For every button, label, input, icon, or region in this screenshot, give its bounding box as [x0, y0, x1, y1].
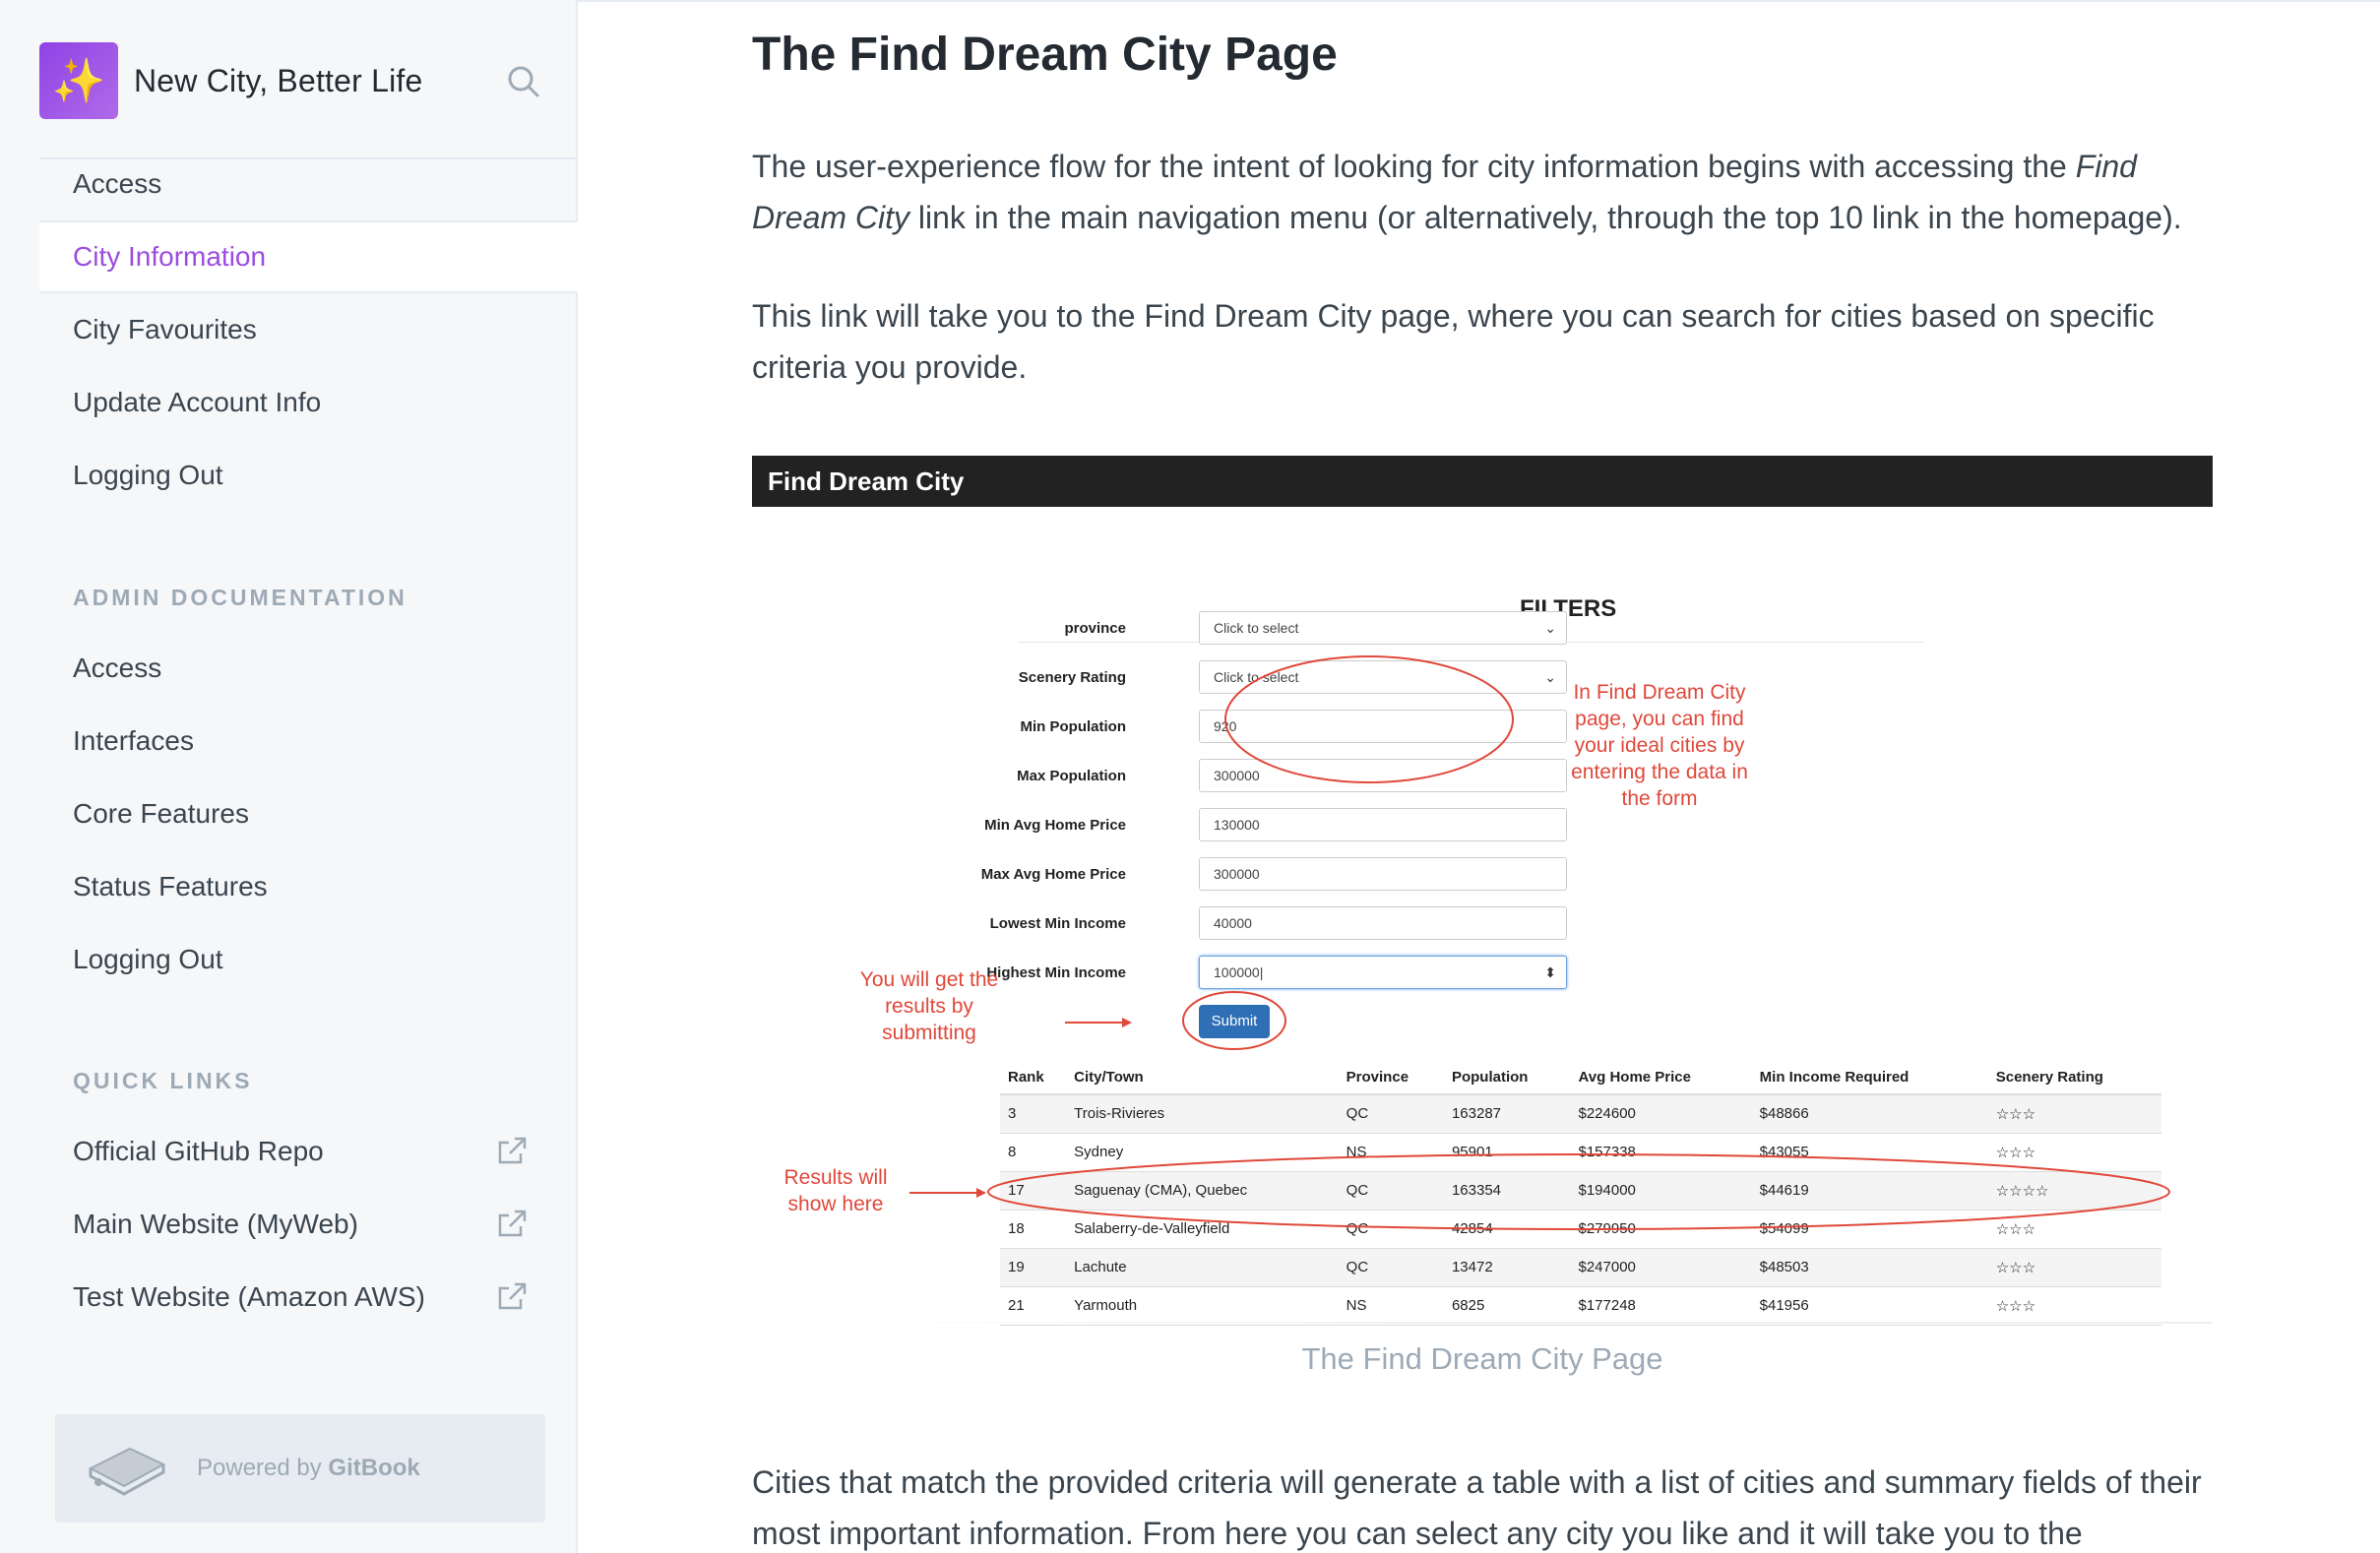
intro-text-1: The user-experience flow for the intent …	[752, 149, 2076, 184]
brand[interactable]: ✨ New City, Better Life	[39, 42, 551, 119]
admin-nav: Access Interfaces Core Features Status F…	[39, 632, 578, 996]
figure-shadow	[831, 1322, 2213, 1324]
nav-item-logging-out[interactable]: Logging Out	[39, 439, 578, 512]
annotation-overlay	[909, 655, 2170, 1230]
nav-item-admin-logging-out[interactable]: Logging Out	[39, 923, 578, 996]
link-main-website[interactable]: Main Website (MyWeb)	[39, 1188, 578, 1261]
nav-item-label: Access	[73, 168, 162, 199]
quick-links-title: QUICK LINKS	[73, 1068, 253, 1093]
link-paragraph: This link will take you to the Find Drea…	[752, 298, 2155, 385]
nav-item-core-features[interactable]: Core Features	[39, 777, 578, 850]
intro-paragraph: The user-experience flow for the intent …	[752, 141, 2213, 243]
nav-item-label: Status Features	[73, 871, 268, 901]
page-title: The Find Dream City Page	[752, 29, 1338, 81]
nav-item-label: Logging Out	[73, 460, 223, 490]
nav-item-city-favourites[interactable]: City Favourites	[39, 293, 578, 366]
nav-item-update-account-info[interactable]: Update Account Info	[39, 366, 578, 439]
external-link-icon	[498, 1210, 527, 1237]
nav-item-label: Access	[73, 652, 162, 683]
link-label: Test Website (Amazon AWS)	[73, 1281, 425, 1312]
nav-item-interfaces[interactable]: Interfaces	[39, 705, 578, 777]
submit-highlight-ellipse	[1182, 991, 1286, 1050]
row-highlight-ellipse	[987, 1153, 2170, 1230]
results-paragraph: Cities that match the provided criteria …	[752, 1464, 2202, 1551]
nav-item-status-features[interactable]: Status Features	[39, 850, 578, 923]
link-test-website[interactable]: Test Website (Amazon AWS)	[39, 1261, 578, 1334]
admin-section-title: ADMIN DOCUMENTATION	[73, 585, 407, 610]
sidebar: ✨ New City, Better Life Access City Info…	[0, 0, 578, 1553]
results-arrow-head	[976, 1188, 986, 1198]
search-icon[interactable]	[504, 62, 543, 101]
external-link-icon	[498, 1137, 527, 1164]
nav-item-label: Update Account Info	[73, 387, 322, 417]
top-border	[578, 0, 2380, 2]
nav-item-label: City Information	[73, 241, 267, 272]
powered-prefix: Powered by	[197, 1455, 329, 1481]
nav-item-label: Logging Out	[73, 944, 223, 974]
user-nav: Access City Information City Favourites …	[39, 148, 578, 512]
form-highlight-ellipse	[1224, 655, 1514, 783]
powered-brand: GitBook	[328, 1455, 420, 1481]
nav-item-admin-access[interactable]: Access	[39, 632, 578, 705]
sparkles-logo-icon: ✨	[39, 42, 118, 119]
link-label: Official GitHub Repo	[73, 1136, 324, 1166]
submit-arrow-head	[1122, 1018, 1132, 1027]
gitbook-logo-icon	[88, 1447, 166, 1496]
external-link-icon	[498, 1282, 527, 1310]
powered-by-gitbook[interactable]: Powered by GitBook	[55, 1414, 545, 1522]
intro-text-2: link in the main navigation menu (or alt…	[909, 200, 2182, 235]
figure-caption: The Find Dream City Page	[1301, 1341, 1663, 1376]
brand-title: New City, Better Life	[134, 62, 423, 98]
figure-body: FILTERS province Click to select ⌄ Scener…	[752, 507, 2213, 1326]
link-label: Main Website (MyWeb)	[73, 1209, 358, 1239]
link-github-repo[interactable]: Official GitHub Repo	[39, 1115, 578, 1188]
quick-links-nav: Official GitHub Repo Main Website (MyWeb…	[39, 1115, 578, 1334]
nav-item-city-information[interactable]: City Information	[39, 220, 578, 293]
nav-item-access[interactable]: Access	[39, 148, 578, 220]
figure-header: Find Dream City	[752, 456, 2213, 507]
nav-item-label: City Favourites	[73, 314, 257, 344]
screenshot-figure: Find Dream City FILTERS province Click t…	[752, 456, 2213, 1381]
nav-item-label: Core Features	[73, 798, 249, 829]
nav-item-label: Interfaces	[73, 725, 194, 756]
